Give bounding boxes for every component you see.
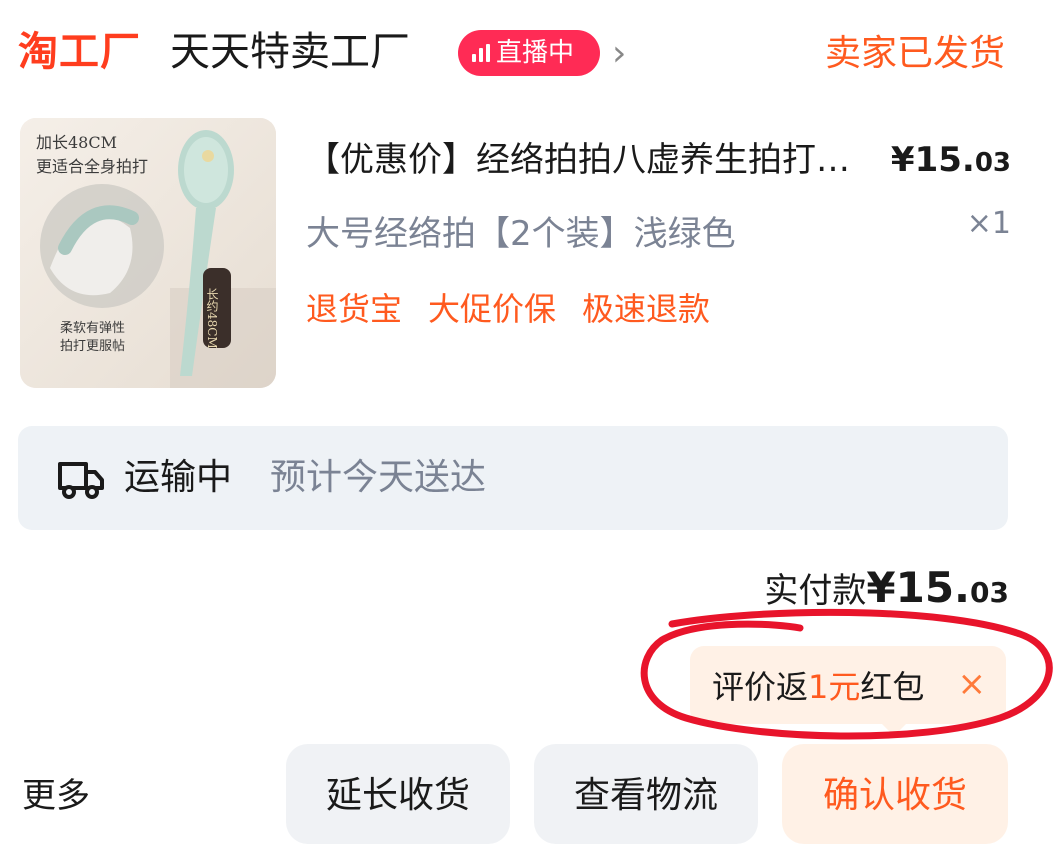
live-badge[interactable]: 直播中 (458, 30, 600, 76)
product-title[interactable]: 【优惠价】经络拍拍八虚养生拍打… (306, 132, 906, 188)
more-link[interactable]: 更多 (22, 770, 90, 822)
tag-return-insurance: 退货宝 (306, 290, 403, 328)
product-variant: 大号经络拍【2个装】浅绿色 (306, 214, 736, 254)
product-price-dec: 03 (974, 148, 1011, 178)
thumb-text-2: 更适合全身拍打 (36, 157, 148, 176)
chevron-right-icon[interactable]: › (612, 26, 626, 82)
live-bars-icon (472, 44, 490, 62)
paid-amount-dec: 03 (970, 576, 1009, 609)
thumb-text-3: 柔软有弹性 (60, 321, 125, 336)
order-status: 卖家已发货 (824, 33, 1005, 74)
extend-receipt-button[interactable]: 延长收货 (286, 744, 510, 844)
product-image: 长约48CM 加长48CM 更适合全身拍打 柔软有弹性 拍打更服帖 (20, 118, 276, 388)
live-badge-label: 直播中 (496, 38, 575, 68)
service-tags: 退货宝 大促价保 极速退款 (306, 282, 710, 336)
product-thumbnail[interactable]: 长约48CM 加长48CM 更适合全身拍打 柔软有弹性 拍打更服帖 (20, 118, 276, 388)
product-quantity: ×1 (966, 206, 1011, 241)
product-price-int: ¥15. (890, 140, 975, 180)
shop-name[interactable]: 天天特卖工厂 (170, 24, 410, 80)
logistics-status: 运输中 (124, 457, 233, 498)
logistics-eta: 预计今天送达 (270, 457, 487, 498)
tag-fast-refund: 极速退款 (582, 290, 711, 328)
truck-icon (58, 462, 104, 499)
taogongchang-logo[interactable]: 淘工厂 (18, 24, 141, 80)
thumb-text-1: 加长48CM (36, 133, 117, 152)
product-price: ¥15.03 (891, 132, 1011, 191)
paid-label: 实付款 (764, 571, 867, 611)
tag-price-protection: 大促价保 (428, 290, 557, 328)
thumb-vertical-text: 长约48CM (205, 288, 219, 349)
confirm-receipt-button[interactable]: 确认收货 (782, 744, 1008, 844)
paid-amount-int: ¥15. (866, 563, 971, 612)
annotation-circle (640, 608, 1053, 740)
thumb-text-4: 拍打更服帖 (60, 339, 125, 354)
view-logistics-button[interactable]: 查看物流 (534, 744, 758, 844)
